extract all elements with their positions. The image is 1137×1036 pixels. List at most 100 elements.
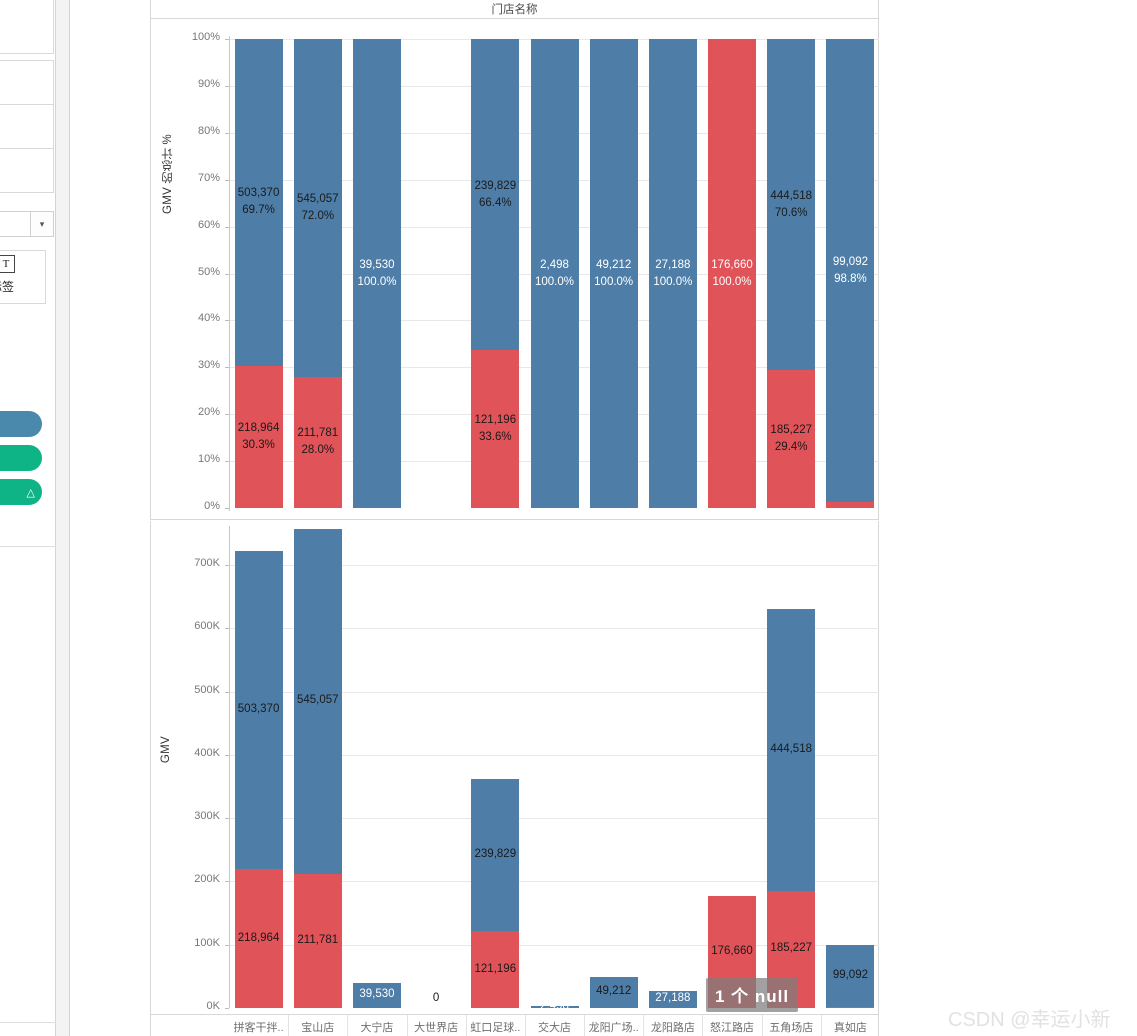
y-axis-title-top: GMV 的总计 % bbox=[162, 134, 174, 215]
x-axis-separator bbox=[524, 1015, 526, 1036]
empty-right-region bbox=[879, 0, 1137, 1036]
bar-segment-red-top[interactable] bbox=[708, 39, 757, 508]
bar-segment-blue-bottom[interactable] bbox=[234, 550, 283, 870]
x-axis-separator bbox=[465, 1015, 467, 1036]
x-axis-label: 宝山店 bbox=[301, 1022, 335, 1034]
bar-segment-blue-bottom[interactable] bbox=[530, 1006, 579, 1009]
sidebar-card-filters[interactable] bbox=[0, 60, 54, 105]
y-tick-label-top: 100% bbox=[191, 31, 220, 43]
triangle-icon: △ bbox=[26, 486, 35, 499]
x-axis-separator bbox=[406, 1015, 408, 1036]
x-axis-separator bbox=[347, 1015, 349, 1036]
y-tick-mark-bottom bbox=[225, 1008, 229, 1009]
y-tick-label-bottom: 700K bbox=[194, 556, 220, 569]
x-axis-separator bbox=[643, 1015, 645, 1036]
x-axis-label: 交大店 bbox=[537, 1022, 571, 1034]
x-axis-label: 五角场店 bbox=[769, 1022, 814, 1034]
marks-type-value bbox=[0, 212, 31, 236]
chart-gmv-absolute: 0K 100K 200K 300K 400K 500K 600K 700K GMV 503,370… bbox=[150, 521, 880, 1015]
y-tick-label-bottom: 600K bbox=[194, 620, 220, 633]
bar-segment-red-top[interactable] bbox=[234, 365, 283, 508]
bar-segment-blue-bottom[interactable] bbox=[352, 982, 401, 1008]
x-axis-separator bbox=[761, 1015, 763, 1036]
y-axis-line-bottom bbox=[229, 526, 230, 1008]
x-axis-label: 拼客干拌.. bbox=[233, 1022, 284, 1034]
bar-segment-blue-top[interactable] bbox=[352, 39, 401, 508]
bar-segment-red-top[interactable] bbox=[826, 502, 875, 508]
column-header-band: 门店名称 bbox=[150, 0, 879, 19]
x-axis-label: 虹口足球.. bbox=[470, 1022, 521, 1034]
bar-segment-blue-bottom[interactable] bbox=[767, 609, 816, 891]
bar-label-blue-bottom: 0 bbox=[432, 992, 440, 1004]
sidebar-card-pages[interactable] bbox=[0, 0, 54, 54]
bar-segment-red-top[interactable] bbox=[471, 350, 520, 508]
bar-segment-red-bottom[interactable] bbox=[293, 873, 342, 1008]
bar-segment-blue-bottom[interactable] bbox=[293, 528, 342, 874]
y-tick-label-bottom: 0K bbox=[206, 1000, 220, 1012]
sidebar-divider-bottom bbox=[0, 1022, 56, 1023]
y-tick-label-bottom: 300K bbox=[194, 810, 220, 823]
bar-segment-red-top[interactable] bbox=[767, 370, 816, 508]
watermark: CSDN @幸运小新 bbox=[948, 1009, 1111, 1031]
y-axis-title-bottom: GMV bbox=[160, 736, 172, 764]
x-axis-separator bbox=[288, 1015, 290, 1036]
y-tick-label-top: 30% bbox=[197, 359, 220, 372]
bar-segment-blue-top[interactable] bbox=[826, 39, 875, 503]
bar-segment-red-bottom[interactable] bbox=[234, 869, 283, 1008]
left-sidebar: ▾ T 标签 △ bbox=[0, 0, 56, 1036]
x-axis-label: 龙阳路店 bbox=[650, 1022, 695, 1034]
field-pill-dimension-2[interactable]: △ bbox=[0, 479, 42, 505]
bar-segment-blue-top[interactable] bbox=[234, 39, 283, 366]
y-tick-label-top: 50% bbox=[197, 265, 220, 278]
y-tick-label-bottom: 500K bbox=[194, 683, 220, 696]
marks-type-dropdown[interactable]: ▾ bbox=[0, 211, 54, 237]
x-axis-separator bbox=[820, 1015, 822, 1036]
sidebar-card-section-2[interactable] bbox=[0, 104, 54, 149]
sidebar-divider bbox=[0, 546, 56, 547]
y-axis-line-top bbox=[229, 36, 230, 511]
x-axis-label: 真如店 bbox=[833, 1022, 867, 1034]
sidebar-card-section-3[interactable] bbox=[0, 148, 54, 193]
field-pill-measure[interactable] bbox=[0, 411, 42, 437]
chevron-down-icon[interactable]: ▾ bbox=[31, 212, 53, 236]
bar-segment-blue-top[interactable] bbox=[589, 39, 638, 508]
y-tick-label-top: 60% bbox=[197, 218, 220, 231]
bar-segment-blue-bottom[interactable] bbox=[648, 990, 697, 1008]
field-pill-dimension-1[interactable] bbox=[0, 445, 42, 471]
y-tick-label-top: 0% bbox=[204, 500, 220, 512]
x-axis-label: 怒江路店 bbox=[710, 1022, 755, 1034]
x-axis-separator bbox=[584, 1015, 586, 1036]
x-axis-label: 大世界店 bbox=[414, 1022, 459, 1034]
bar-segment-blue-bottom[interactable] bbox=[826, 944, 875, 1008]
y-tick-label-top: 90% bbox=[197, 77, 220, 90]
x-axis-label: 龙阳广场.. bbox=[588, 1022, 639, 1034]
bar-segment-red-bottom[interactable] bbox=[826, 1007, 875, 1009]
bar-segment-blue-bottom[interactable] bbox=[471, 779, 520, 932]
y-tick-label-top: 10% bbox=[197, 453, 220, 466]
x-axis-label: 大宁店 bbox=[360, 1022, 394, 1034]
marks-label-text: 标签 bbox=[0, 280, 15, 294]
null-indicator-badge[interactable]: 1 个 null bbox=[706, 978, 799, 1012]
y-tick-label-bottom: 100K bbox=[194, 936, 220, 949]
y-tick-label-top: 40% bbox=[197, 312, 220, 325]
text-icon[interactable]: T bbox=[0, 255, 15, 273]
bar-segment-blue-top[interactable] bbox=[648, 39, 697, 508]
bar-segment-blue-top[interactable] bbox=[471, 39, 520, 351]
bar-segment-blue-top[interactable] bbox=[293, 39, 342, 377]
x-axis-labels: 拼客干拌.. 宝山店 大宁店 大世界店 虹口足球.. 交大店 龙阳广场.. 龙阳路店 怒江路店 五… bbox=[150, 1015, 879, 1036]
bar-segment-red-bottom[interactable] bbox=[471, 931, 520, 1008]
plot-area-bottom: 0K 100K 200K 300K 400K 500K 600K 700K GMV 503,370… bbox=[151, 521, 880, 1014]
y-tick-label-bottom: 200K bbox=[194, 873, 220, 886]
bar-segment-blue-top[interactable] bbox=[767, 39, 816, 371]
y-tick-label-top: 20% bbox=[197, 406, 220, 419]
viz-canvas: 门店名称 0% 10% 20% 30% 40% 50% 60% 70% 80% 90% 100% GM… bbox=[71, 0, 1137, 1036]
bar-segment-blue-top[interactable] bbox=[530, 39, 579, 508]
x-axis-separator bbox=[702, 1015, 704, 1036]
bar-segment-blue-bottom[interactable] bbox=[589, 976, 638, 1008]
marks-label-card[interactable]: T 标签 bbox=[0, 250, 46, 304]
plot-area-top: 0% 10% 20% 30% 40% 50% 60% 70% 80% 90% 100% GMV 的总计… bbox=[151, 19, 880, 519]
page-title: 门店名称 bbox=[491, 4, 538, 16]
sidebar-gutter bbox=[56, 0, 70, 1036]
bar-segment-red-top[interactable] bbox=[293, 376, 342, 508]
chart-percent-of-total: 0% 10% 20% 30% 40% 50% 60% 70% 80% 90% 100% GMV 的总计… bbox=[150, 19, 880, 520]
